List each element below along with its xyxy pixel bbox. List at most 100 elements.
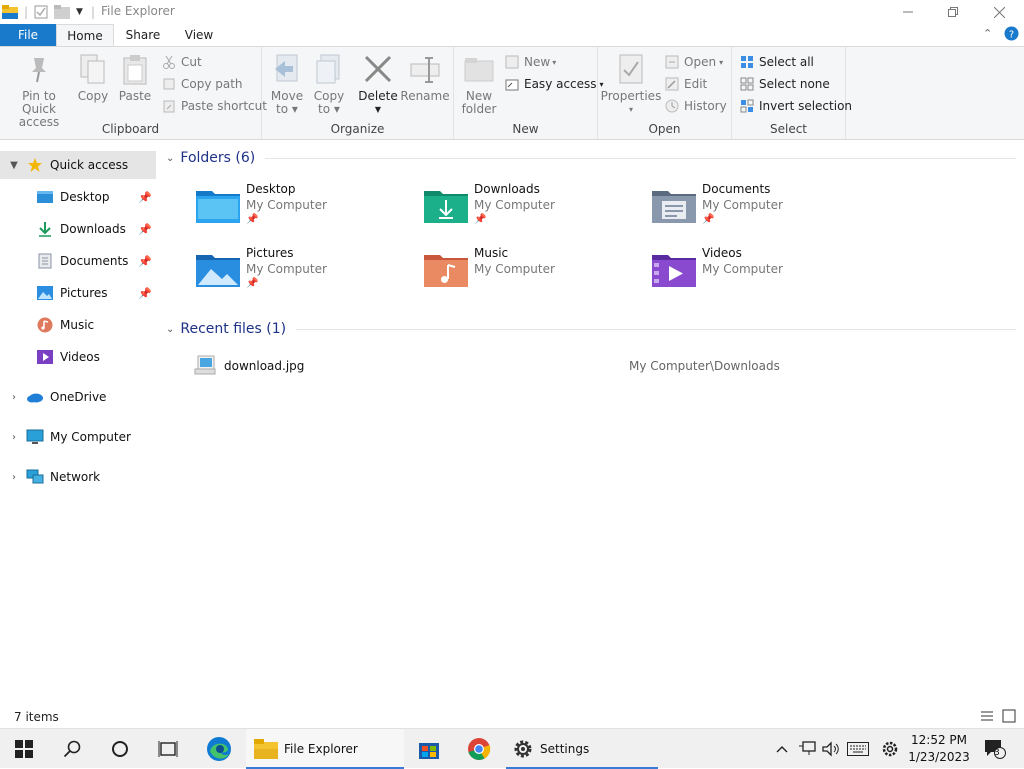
easy-access-button[interactable]: Easy access ▾ (504, 74, 604, 94)
tab-share[interactable]: Share (114, 24, 172, 46)
collapse-ribbon-icon[interactable]: ⌃ (983, 27, 992, 40)
nav-quick-access[interactable]: ▼ Quick access (0, 151, 156, 179)
search-icon (63, 740, 81, 758)
task-view-button[interactable] (144, 729, 192, 769)
taskbar-clock[interactable]: 12:52 PM 1/23/2023 (906, 732, 972, 766)
show-hidden-icons-button[interactable] (772, 729, 792, 769)
delete-button[interactable]: Delete ▼ (358, 51, 398, 116)
pin-to-quick-access-button[interactable]: Pin to Quick access (4, 51, 74, 129)
properties-quick-icon[interactable] (34, 4, 48, 20)
pin-icon: 📌 (138, 222, 152, 236)
help-icon[interactable]: ? (1004, 26, 1019, 44)
edit-icon (664, 76, 680, 92)
new-folder-button[interactable]: New folder (458, 51, 500, 116)
pin-icon: 📌 (702, 214, 715, 225)
large-icons-view-icon[interactable] (1002, 709, 1016, 726)
maximize-button[interactable] (930, 0, 976, 24)
copy-button[interactable]: Copy (74, 51, 112, 103)
invert-selection-button[interactable]: Invert selection (739, 96, 852, 116)
volume-tray-button[interactable] (820, 729, 842, 769)
chevron-right-icon[interactable]: › (8, 432, 20, 443)
computer-icon (26, 428, 44, 446)
paste-button[interactable]: Paste (116, 51, 154, 103)
nav-my-computer[interactable]: › My Computer (0, 423, 156, 451)
paste-shortcut-icon (161, 98, 177, 114)
copy-path-button[interactable]: Copy path (161, 74, 243, 94)
new-item-icon (504, 54, 520, 70)
recent-files-section-header[interactable]: ⌄ Recent files (1) (166, 319, 1016, 339)
open-button[interactable]: Open ▾ (664, 52, 723, 72)
edit-button[interactable]: Edit (664, 74, 707, 94)
open-icon (664, 54, 680, 70)
clock-time: 12:52 PM (911, 733, 967, 747)
details-view-icon[interactable] (980, 709, 994, 726)
recent-file-row[interactable]: download.jpg My Computer\Downloads (194, 355, 994, 377)
select-group: Select all Select none Invert selection … (732, 47, 852, 139)
folders-section-header[interactable]: ⌄ Folders (6) (166, 148, 1016, 168)
nav-onedrive[interactable]: › OneDrive (0, 383, 156, 411)
nav-pictures[interactable]: Pictures 📌 (0, 279, 156, 307)
folder-tile-desktop[interactable]: Desktop My Computer 📌 (196, 181, 416, 237)
minimize-button[interactable] (885, 0, 931, 24)
store-taskbar-button[interactable] (406, 729, 452, 769)
chevron-down-icon[interactable]: ▼ (8, 160, 20, 171)
settings-tray-button[interactable] (878, 729, 902, 769)
download-arrow-icon (36, 220, 54, 238)
folder-tile-music[interactable]: Music My Computer (424, 245, 644, 301)
pin-icon: 📌 (474, 214, 487, 225)
action-center-button[interactable]: 3 (978, 729, 1012, 769)
chevron-up-icon (776, 746, 788, 753)
network-tray-button[interactable] (796, 729, 818, 769)
folder-tile-downloads[interactable]: Downloads My Computer 📌 (424, 181, 644, 237)
start-button[interactable] (0, 729, 48, 769)
select-all-button[interactable]: Select all (739, 52, 814, 72)
nav-documents[interactable]: Documents 📌 (0, 247, 156, 275)
keyboard-icon (847, 742, 869, 756)
nav-desktop[interactable]: Desktop 📌 (0, 183, 156, 211)
documents-folder-icon (652, 187, 696, 227)
edge-taskbar-button[interactable] (196, 729, 242, 769)
copy-icon (77, 51, 109, 87)
nav-downloads[interactable]: Downloads 📌 (0, 215, 156, 243)
taskbar: File Explorer Settings 12:52 PM 1/23/202… (0, 728, 1024, 769)
copy-to-button[interactable]: Copy to ▾ (310, 51, 348, 116)
touch-keyboard-button[interactable] (844, 729, 872, 769)
new-item-button[interactable]: New ▾ (504, 52, 556, 72)
customize-qat-icon[interactable]: ▼ (76, 4, 83, 20)
open-group: Properties ▾ Open ▾ Edit History Open (598, 47, 732, 139)
properties-button[interactable]: Properties ▾ (601, 51, 661, 116)
nav-music[interactable]: Music (0, 311, 156, 339)
chevron-right-icon[interactable]: › (8, 472, 20, 483)
chevron-right-icon[interactable]: › (8, 392, 20, 403)
cortana-button[interactable] (96, 729, 144, 769)
chrome-taskbar-button[interactable] (456, 729, 502, 769)
nav-network[interactable]: › Network (0, 463, 156, 491)
close-button[interactable] (976, 0, 1022, 24)
volume-icon (822, 741, 839, 757)
rename-button[interactable]: Rename (400, 51, 450, 103)
cut-button[interactable]: Cut (161, 52, 202, 72)
chevron-down-icon: ⌄ (166, 152, 175, 164)
search-button[interactable] (48, 729, 96, 769)
cortana-circle-icon (112, 741, 128, 757)
tab-view[interactable]: View (172, 24, 226, 46)
store-icon (419, 743, 439, 759)
rename-icon (409, 51, 441, 87)
file-explorer-taskbar-button[interactable]: File Explorer (246, 729, 404, 769)
nav-videos[interactable]: Videos (0, 343, 156, 371)
folder-tile-documents[interactable]: Documents My Computer 📌 (652, 181, 872, 237)
videos-icon (36, 348, 54, 366)
paste-shortcut-button[interactable]: Paste shortcut (161, 96, 267, 116)
history-button[interactable]: History (664, 96, 727, 116)
network-icon (26, 468, 44, 486)
organize-group: Move to ▾ Copy to ▾ Delete ▼ Rename Orga… (262, 47, 454, 139)
move-to-button[interactable]: Move to ▾ (268, 51, 306, 116)
tab-home[interactable]: Home (56, 24, 114, 47)
folder-tile-videos[interactable]: Videos My Computer (652, 245, 872, 301)
pictures-folder-icon (196, 251, 240, 291)
select-none-button[interactable]: Select none (739, 74, 830, 94)
tab-file[interactable]: File (0, 24, 56, 46)
new-folder-quick-icon[interactable] (54, 4, 70, 20)
settings-taskbar-button[interactable]: Settings (506, 729, 658, 769)
folder-tile-pictures[interactable]: Pictures My Computer 📌 (196, 245, 416, 301)
